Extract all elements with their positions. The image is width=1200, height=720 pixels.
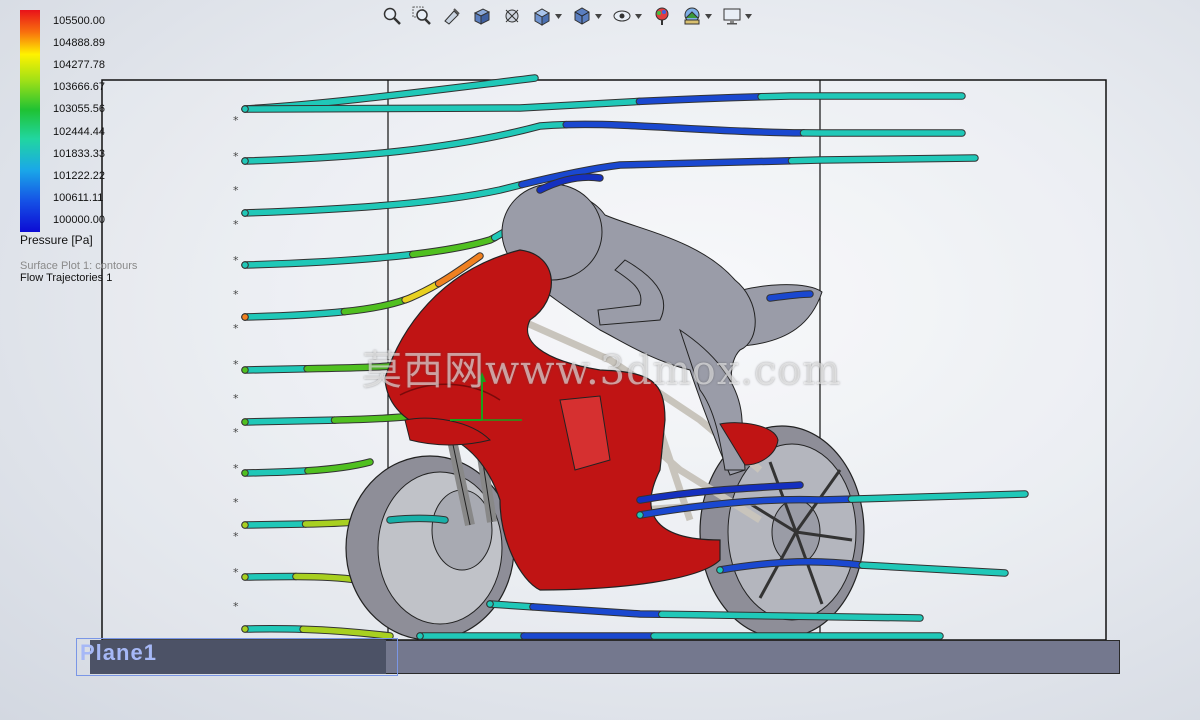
seed-marker: * <box>233 358 239 371</box>
trajectory-seed-markers: * * * * * * * * * * * * * * * <box>233 114 239 613</box>
seed-marker: * <box>233 150 239 163</box>
pressure-color-bar <box>20 10 40 232</box>
seed-marker: * <box>233 496 239 509</box>
legend-value: 101833.33 <box>53 148 105 160</box>
seed-marker: * <box>233 462 239 475</box>
seed-marker: * <box>233 600 239 613</box>
legend-value: 103055.56 <box>53 103 105 115</box>
legend-value: 100611.11 <box>53 192 104 204</box>
dynamic-annotation-icon[interactable] <box>500 4 524 28</box>
apply-scene-icon[interactable] <box>680 4 704 28</box>
flow-trajectories-name[interactable]: Flow Trajectories 1 <box>20 272 112 284</box>
seed-marker: * <box>233 218 239 231</box>
display-style-icon[interactable] <box>570 4 594 28</box>
seed-marker: * <box>233 254 239 267</box>
seed-marker: * <box>233 566 239 579</box>
seed-marker: * <box>233 426 239 439</box>
view-settings-dropdown-icon[interactable] <box>744 4 752 28</box>
seed-marker: * <box>233 184 239 197</box>
seed-marker: * <box>233 530 239 543</box>
zoom-to-fit-icon[interactable] <box>380 4 404 28</box>
legend-value: 102444.44 <box>53 126 105 138</box>
surface-plot-name[interactable]: Surface Plot 1: contours <box>20 260 137 272</box>
section-view-icon[interactable] <box>470 4 494 28</box>
legend-value: 101222.22 <box>53 170 105 182</box>
seed-marker: * <box>233 322 239 335</box>
zoom-to-area-icon[interactable] <box>410 4 434 28</box>
view-orientation-icon[interactable] <box>530 4 554 28</box>
seed-marker: * <box>233 392 239 405</box>
legend-value: 104888.89 <box>53 37 105 49</box>
seed-marker: * <box>233 288 239 301</box>
watermark-text: 莫西网www.3dmox.com <box>362 348 842 394</box>
legend-value: 100000.00 <box>53 214 105 226</box>
view-heads-up-toolbar <box>380 2 760 30</box>
legend-value: 105500.00 <box>53 15 105 27</box>
trajectory-segment <box>387 515 448 523</box>
legend-value: 103666.67 <box>53 81 105 93</box>
seed-marker: * <box>233 114 239 127</box>
display-style-dropdown-icon[interactable] <box>594 4 602 28</box>
previous-view-icon[interactable] <box>440 4 464 28</box>
plane-label[interactable]: Plane1 <box>80 640 157 666</box>
apply-scene-dropdown-icon[interactable] <box>704 4 712 28</box>
legend-title: Pressure [Pa] <box>20 233 93 247</box>
pressure-legend[interactable]: 105500.00 104888.89 104277.78 103666.67 … <box>20 10 180 290</box>
hide-show-items-icon[interactable] <box>610 4 634 28</box>
legend-value: 104277.78 <box>53 59 105 71</box>
edit-appearance-icon[interactable] <box>650 4 674 28</box>
view-orientation-dropdown-icon[interactable] <box>554 4 562 28</box>
view-settings-icon[interactable] <box>720 4 744 28</box>
hide-show-dropdown-icon[interactable] <box>634 4 642 28</box>
